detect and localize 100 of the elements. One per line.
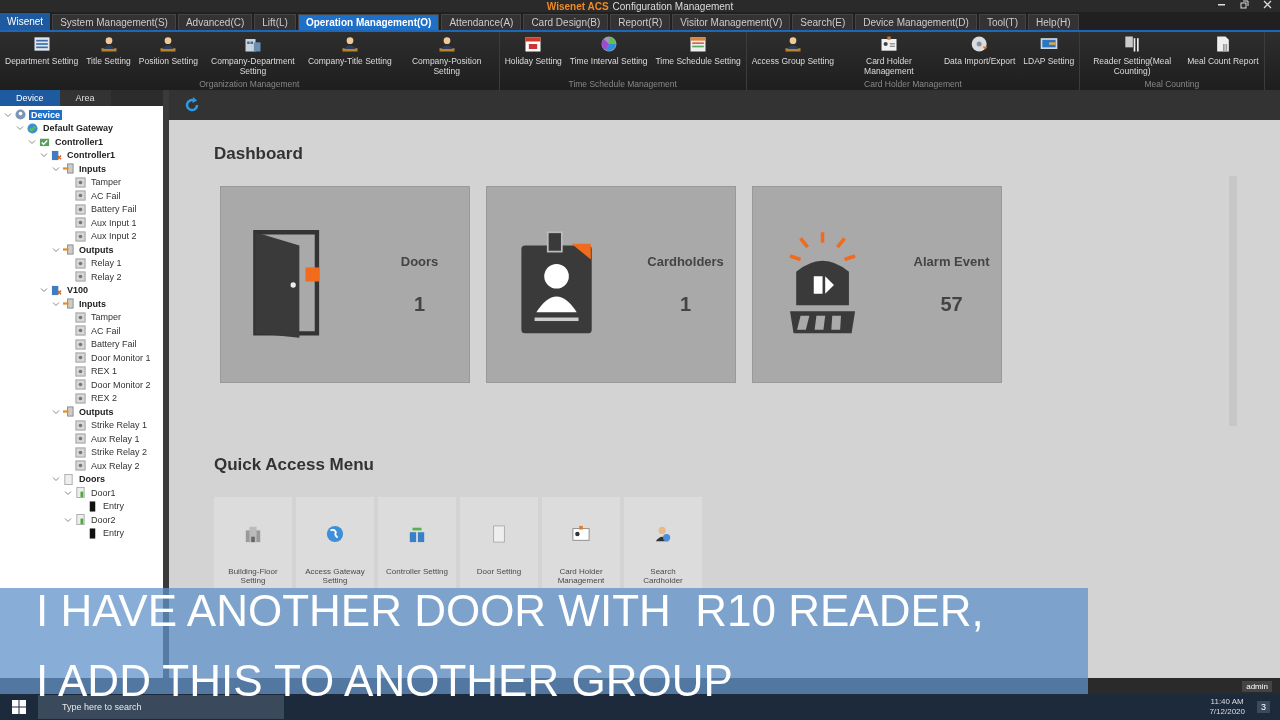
door-icon <box>63 473 74 485</box>
tree-item[interactable]: Door Monitor 2 <box>89 379 153 390</box>
quick-access-tile[interactable]: Search Cardholder <box>624 497 702 589</box>
tree-item[interactable]: Controller1 <box>53 136 105 147</box>
tree-item[interactable]: Controller1 <box>65 150 117 161</box>
calendar-icon <box>523 34 544 54</box>
sensor-icon <box>75 460 86 472</box>
ribbon-button[interactable]: Access Group Setting <box>748 32 837 79</box>
tree-item[interactable]: REX 1 <box>89 366 119 377</box>
windows-icon[interactable] <box>12 700 26 714</box>
sensor-icon <box>75 176 86 188</box>
tree-item[interactable]: Doors <box>77 474 107 485</box>
menu-tab[interactable]: Tool(T) <box>978 14 1027 30</box>
tree-item[interactable]: Relay 1 <box>89 258 124 269</box>
tree-item[interactable]: Aux Input 2 <box>89 231 139 242</box>
menu-tab[interactable]: Attendance(A) <box>441 14 522 30</box>
menu-tab[interactable]: Report(R) <box>610 14 671 30</box>
refresh-icon[interactable] <box>183 96 201 114</box>
ribbon-button[interactable]: Meal Count Report <box>1184 32 1262 79</box>
tree-item[interactable]: AC Fail <box>89 190 123 201</box>
tree-item[interactable]: Relay 2 <box>89 271 124 282</box>
tree-item[interactable]: V100 <box>65 285 91 296</box>
notification-count[interactable]: 3 <box>1257 701 1270 713</box>
tree-item[interactable]: Outputs <box>77 244 116 255</box>
menu-tab[interactable]: Help(H) <box>1028 14 1079 30</box>
group-label: Meal Counting <box>1143 79 1201 90</box>
search-field[interactable]: Type here to search <box>38 695 284 719</box>
tree-item[interactable]: Aux Input 1 <box>89 217 139 228</box>
ribbon-button[interactable]: Time Interval Setting <box>566 32 651 79</box>
tree-item[interactable]: Outputs <box>77 406 116 417</box>
tree-item[interactable]: Strike Relay 2 <box>89 447 150 458</box>
subtitle-line: I ADD THIS TO ANOTHER GROUP <box>36 664 733 698</box>
tree-item[interactable]: Tamper <box>89 177 123 188</box>
person-icon <box>158 34 179 54</box>
tree-item[interactable]: Inputs <box>77 163 108 174</box>
sensor-icon <box>75 325 86 337</box>
ribbon-button[interactable]: Time Schedule Setting <box>652 32 744 79</box>
menu-tab[interactable]: Device Management(D) <box>855 14 977 30</box>
quick-access-tile[interactable]: Door Setting <box>460 497 538 589</box>
tree-item[interactable]: Aux Relay 2 <box>89 460 142 471</box>
menu-tab[interactable]: Card Design(B) <box>523 14 609 30</box>
chevron-icon[interactable] <box>64 515 72 524</box>
ribbon-button[interactable]: Company-Position Setting <box>396 32 497 79</box>
ribbon-button[interactable]: Department Setting <box>2 32 82 79</box>
card-label: Doors <box>400 253 439 269</box>
tree-item[interactable]: Door1 <box>89 487 118 498</box>
ribbon-button[interactable]: Holiday Setting <box>501 32 565 79</box>
tree-item[interactable]: Inputs <box>77 298 108 309</box>
close-icon[interactable] <box>1263 0 1272 9</box>
menu-tab[interactable]: Search(E) <box>792 14 854 30</box>
tree-item[interactable]: Door2 <box>89 514 118 525</box>
tree-item[interactable]: Tamper <box>89 312 123 323</box>
sensor-icon <box>75 230 86 242</box>
ribbon-button[interactable]: Company-Title Setting <box>304 32 395 79</box>
dashboard-card[interactable]: Cardholders 1 <box>486 186 736 383</box>
restore-icon[interactable] <box>1240 0 1249 9</box>
ribbon-button[interactable]: Company-Department Setting <box>202 32 303 79</box>
quick-access-tile[interactable]: Card Holder Management <box>542 497 620 589</box>
tree-item[interactable]: Battery Fail <box>89 339 139 350</box>
menu-tab[interactable]: System Management(S) <box>52 14 176 30</box>
tree-item[interactable]: AC Fail <box>89 325 123 336</box>
door-arrow-icon <box>63 406 74 418</box>
tree-item[interactable]: Entry <box>101 528 126 539</box>
clock-date: 7/12/2020 <box>1209 707 1245 717</box>
panel-tab[interactable]: Device <box>0 90 60 106</box>
ribbon-button[interactable]: Data Import/Export <box>940 32 1019 79</box>
tree-item[interactable]: Default Gateway <box>41 123 116 134</box>
menu-tab[interactable]: Advanced(C) <box>177 14 253 30</box>
chevron-icon[interactable] <box>52 407 60 416</box>
dashboard-card[interactable]: Alarm Event 57 <box>752 186 1002 383</box>
group-label: Card Holder Management <box>863 79 963 90</box>
tree-item[interactable]: Aux Relay 1 <box>89 433 142 444</box>
card-label: Alarm Event <box>913 253 990 269</box>
door-icon <box>75 487 86 499</box>
tree-item[interactable]: Battery Fail <box>89 204 139 215</box>
ribbon-button[interactable]: Reader Setting(Meal Counting) <box>1082 32 1183 79</box>
menu-tab[interactable]: Visitor Management(V) <box>672 14 791 30</box>
tree-item[interactable]: Entry <box>101 501 126 512</box>
quick-access-tile[interactable]: Access Gateway Setting <box>296 497 374 589</box>
id-card-icon <box>572 525 590 543</box>
tree-item[interactable]: Strike Relay 1 <box>89 420 150 431</box>
tree-item[interactable]: Door Monitor 1 <box>89 352 153 363</box>
menu-tab[interactable]: Lift(L) <box>254 14 296 30</box>
building-icon <box>244 525 262 543</box>
ribbon-button[interactable]: LDAP Setting <box>1020 32 1078 79</box>
ribbon-button[interactable]: Title Setting <box>83 32 134 79</box>
dashboard-card[interactable]: Doors 1 <box>220 186 470 383</box>
quick-access-tile[interactable]: Controller Setting <box>378 497 456 589</box>
door-arrow-icon <box>63 163 74 175</box>
card-label: Cardholders <box>647 253 724 269</box>
ribbon-button[interactable]: Position Setting <box>135 32 201 79</box>
tree-item[interactable]: REX 2 <box>89 393 119 404</box>
tree-item[interactable]: Device <box>29 109 63 120</box>
window-title: Configuration Management <box>612 0 734 12</box>
chevron-icon[interactable] <box>52 245 60 254</box>
quick-access-tile[interactable]: Building-Floor Setting <box>214 497 292 589</box>
ribbon-button[interactable]: Card Holder Management <box>838 32 939 79</box>
app-name: Wisenet ACS <box>546 0 609 12</box>
panel-tab[interactable]: Area <box>59 90 111 106</box>
menu-tab[interactable]: Operation Management(O) <box>297 14 440 30</box>
